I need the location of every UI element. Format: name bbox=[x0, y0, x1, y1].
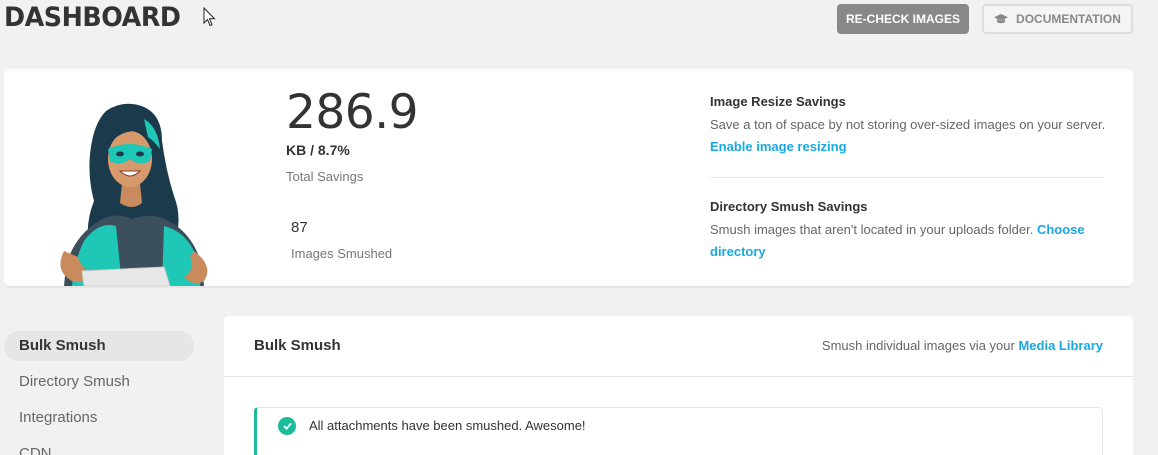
documentation-label: DOCUMENTATION bbox=[1016, 12, 1121, 26]
image-resize-title: Image Resize Savings bbox=[710, 94, 846, 109]
sidebar-item-cdn[interactable]: CDN bbox=[4, 439, 194, 455]
graduation-cap-icon bbox=[994, 14, 1009, 24]
media-library-hint: Smush individual images via your Media L… bbox=[822, 338, 1103, 353]
enable-image-resizing-link[interactable]: Enable image resizing bbox=[710, 139, 847, 154]
sidebar-item-bulk-smush[interactable]: Bulk Smush bbox=[4, 331, 194, 361]
success-notice-text: All attachments have been smushed. Aweso… bbox=[309, 418, 586, 433]
directory-smush-title: Directory Smush Savings bbox=[710, 199, 868, 214]
panel-header: Bulk Smush Smush individual images via y… bbox=[224, 316, 1133, 377]
smush-mascot-illustration bbox=[60, 103, 208, 286]
documentation-button[interactable]: DOCUMENTATION bbox=[982, 4, 1133, 34]
sidebar-item-directory-smush[interactable]: Directory Smush bbox=[4, 367, 194, 397]
bulk-smush-panel: Bulk Smush Smush individual images via y… bbox=[224, 316, 1133, 455]
images-smushed-label: Images Smushed bbox=[291, 246, 393, 261]
sidebar-nav: Bulk Smush Directory Smush Integrations … bbox=[4, 331, 194, 455]
image-resize-description: Save a ton of space by not storing over-… bbox=[710, 114, 1110, 158]
total-savings-unit: KB / 8.7% bbox=[286, 142, 350, 158]
directory-smush-description: Smush images that aren't located in your… bbox=[710, 219, 1110, 263]
sidebar-item-integrations[interactable]: Integrations bbox=[4, 403, 194, 433]
directory-smush-savings: Directory Smush Savings Smush images tha… bbox=[710, 199, 1110, 263]
image-resize-savings: Image Resize Savings Save a ton of space… bbox=[710, 94, 1110, 158]
media-library-link[interactable]: Media Library bbox=[1018, 338, 1103, 353]
mouse-cursor-icon bbox=[203, 7, 216, 27]
summary-divider bbox=[710, 177, 1103, 178]
summary-card: 286.9 KB / 8.7% Total Savings 87 Images … bbox=[4, 69, 1133, 286]
total-savings-label: Total Savings bbox=[286, 169, 364, 184]
media-library-hint-text: Smush individual images via your bbox=[821, 338, 1015, 353]
directory-smush-text: Smush images that aren't located in your… bbox=[710, 222, 1034, 237]
panel-title: Bulk Smush bbox=[254, 337, 341, 354]
page-title: DASHBOARD bbox=[4, 2, 181, 33]
total-savings-value: 286.9 bbox=[286, 85, 419, 140]
image-resize-text: Save a ton of space by not storing over-… bbox=[710, 117, 1106, 132]
recheck-images-button[interactable]: RE-CHECK IMAGES bbox=[837, 4, 969, 34]
checkmark-circle-icon bbox=[278, 417, 296, 435]
success-notice: All attachments have been smushed. Aweso… bbox=[254, 407, 1103, 455]
images-smushed-count: 87 bbox=[291, 219, 308, 236]
